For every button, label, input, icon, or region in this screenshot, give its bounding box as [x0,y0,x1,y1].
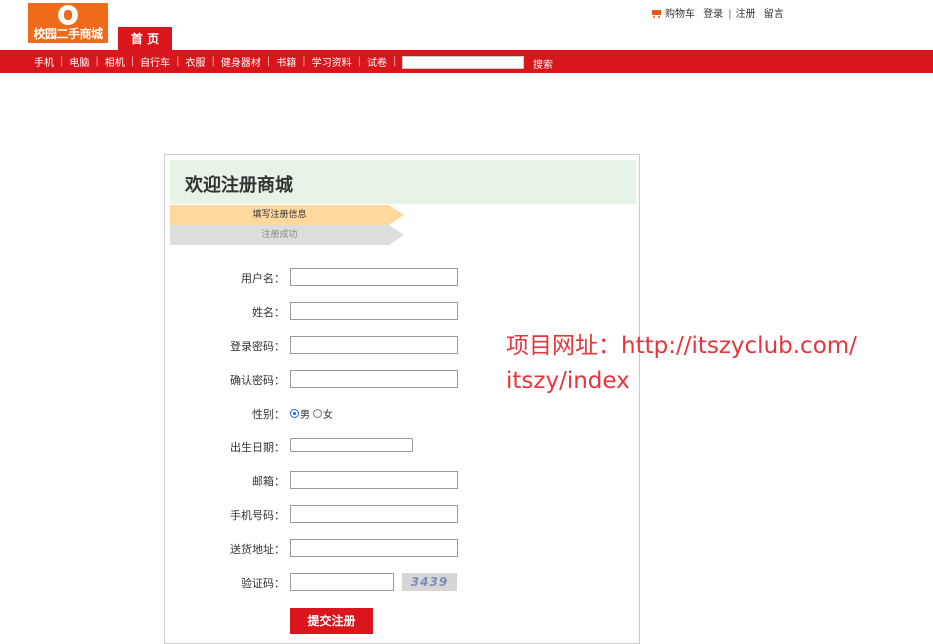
cart-link[interactable]: 购物车 [665,9,695,20]
welcome-header: 欢迎注册商城 [170,160,636,204]
submit-button[interactable]: 提交注册 [290,608,373,634]
watermark-line-1: 项目网址：http://itszyclub.com/ [506,333,857,359]
gender-female-label: 女 [323,410,333,421]
email-label: 邮箱： [252,475,285,488]
step-fill-info: 填写注册信息 [170,205,404,225]
nav-item-exams[interactable]: 试卷 [361,54,393,69]
birthdate-input[interactable] [290,438,413,452]
watermark-line-2: itszy/index [506,368,630,394]
logo-text: 校园二手商城 [33,27,103,41]
password-input[interactable] [290,336,458,354]
nav-item-books[interactable]: 书籍 [270,54,302,69]
username-label: 用户名： [241,272,285,285]
name-label: 姓名： [252,306,285,319]
register-panel: 欢迎注册商城 填写注册信息 注册成功 用户名： 姓名： 登录密码： 确认密码： … [164,154,640,644]
category-navbar: 手机 | 电脑 | 相机 | 自行车 | 衣服 | 健身器材 | 书籍 | 学习资料 | 试卷 |… [0,50,933,73]
top-links: 购物车 登录 | 注册 留言 [652,5,789,20]
gender-female-radio[interactable] [313,409,322,418]
nav-item-phone[interactable]: 手机 [28,54,60,69]
nav-item-clothes[interactable]: 衣服 [180,54,212,69]
nav-item-camera[interactable]: 相机 [99,54,131,69]
search-input[interactable] [402,56,524,69]
email-input[interactable] [290,471,458,489]
category-list: 手机 | 电脑 | 相机 | 自行车 | 衣服 | 健身器材 | 书籍 | 学习资料 | 试卷 | [28,50,396,73]
birthdate-label: 出生日期： [230,441,285,454]
nav-item-computer[interactable]: 电脑 [63,54,95,69]
nav-item-bicycle[interactable]: 自行车 [134,54,176,69]
step-success: 注册成功 [170,225,404,245]
confirm-password-input[interactable] [290,370,458,388]
name-input[interactable] [290,302,458,320]
message-link[interactable]: 留言 [764,9,784,20]
confirm-password-label: 确认密码： [230,374,285,387]
gender-male-label: 男 [300,410,310,421]
captcha-label: 验证码： [241,577,285,590]
nav-item-study[interactable]: 学习资料 [306,54,358,69]
search-button[interactable]: 搜索 [533,56,553,71]
captcha-input[interactable] [290,573,394,591]
nav-item-fitness[interactable]: 健身器材 [215,54,267,69]
mascot-icon [58,5,78,25]
gender-male-radio[interactable] [290,409,299,418]
watermark-text: 项目网址：http://itszyclub.com/ itszy/index [506,329,926,399]
site-logo[interactable]: 校园二手商城 [28,3,108,43]
register-link[interactable]: 注册 [736,9,756,20]
login-link[interactable]: 登录 [703,9,723,20]
captcha-image[interactable]: 3439 [402,573,457,591]
phone-input[interactable] [290,505,458,523]
cart-icon [652,10,662,18]
username-input[interactable] [290,268,458,286]
address-input[interactable] [290,539,458,557]
address-label: 送货地址： [230,543,285,556]
gender-label: 性别： [252,408,285,421]
phone-label: 手机号码： [230,509,285,522]
home-tab[interactable]: 首 页 [118,27,172,50]
password-label: 登录密码： [230,340,285,353]
gender-group: 男 女 [290,406,333,421]
page-title: 欢迎注册商城 [185,175,293,196]
link-separator: | [728,9,732,20]
